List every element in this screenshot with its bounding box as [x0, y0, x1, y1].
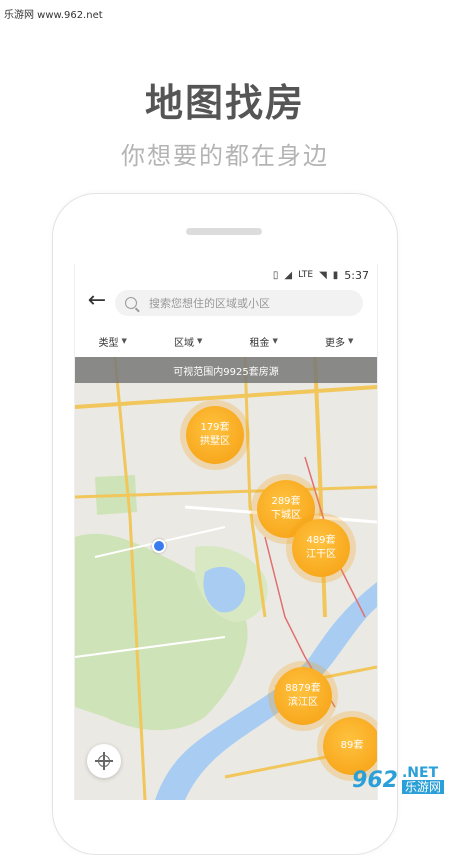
cluster-count: 89套	[340, 740, 364, 751]
watermark-logo: 962	[352, 767, 398, 793]
watermark-net: .NET	[401, 765, 439, 781]
cluster-name: 拱墅区	[200, 436, 230, 447]
status-bar: ▯ ◢ LTE ◥ ▮ 5:37	[75, 264, 377, 286]
filter-label: 区域	[174, 337, 195, 349]
watermark-top: 乐游网 www.962.net	[4, 10, 103, 21]
battery-icon: ▮	[332, 269, 339, 281]
network-label: LTE	[298, 270, 314, 280]
caret-down-icon: ▼	[272, 337, 278, 345]
caret-down-icon: ▼	[348, 337, 354, 345]
caret-down-icon: ▼	[121, 337, 127, 345]
back-button[interactable]: ←	[85, 290, 109, 314]
location-dot	[152, 539, 166, 553]
map-banner: 可视范围内9925套房源	[75, 357, 377, 383]
search-input[interactable]	[147, 295, 351, 311]
cluster-name: 滨江区	[288, 697, 318, 708]
cluster-name: 江干区	[306, 549, 336, 560]
filter-label: 更多	[325, 337, 346, 349]
arrow-left-icon: ←	[87, 288, 107, 313]
filter-more[interactable]: 更多 ▼	[325, 334, 353, 349]
filter-label: 类型	[98, 337, 119, 349]
filter-rent[interactable]: 租金 ▼	[250, 334, 278, 349]
search-bar: ←	[75, 288, 377, 318]
caret-down-icon: ▼	[197, 337, 203, 345]
watermark-cn: 乐游网	[401, 780, 444, 794]
status-time: 5:37	[344, 268, 369, 282]
vibrate-icon: ▯	[272, 269, 279, 281]
cluster-count: 179套	[200, 422, 230, 433]
phone-speaker	[186, 228, 262, 235]
cluster-count: 8879套	[285, 683, 321, 694]
wifi-icon: ◥	[319, 269, 327, 281]
filter-area[interactable]: 区域 ▼	[174, 334, 202, 349]
cluster-name: 下城区	[271, 510, 301, 521]
search-icon	[125, 297, 137, 309]
filter-label: 租金	[249, 337, 270, 349]
watermark-bottom: 962 .NET 乐游网	[352, 766, 444, 794]
cluster-jianggan[interactable]: 489套 江干区	[292, 519, 350, 577]
hero-title: 地图找房	[144, 81, 305, 125]
cluster-count: 289套	[271, 496, 301, 507]
crosshair-icon	[95, 752, 113, 770]
filter-bar: 类型 ▼ 区域 ▼ 租金 ▼ 更多 ▼	[75, 326, 377, 356]
cluster-gongshu[interactable]: 179套 拱墅区	[186, 406, 244, 464]
hero-subtitle: 你想要的都在身边	[121, 142, 329, 170]
cluster-binjiang[interactable]: 8879套 滨江区	[274, 667, 332, 725]
signal-icon: ◢	[284, 269, 293, 281]
filter-type[interactable]: 类型 ▼	[99, 334, 127, 349]
watermark-stack: .NET 乐游网	[401, 765, 444, 794]
phone-screen: ▯ ◢ LTE ◥ ▮ 5:37 ← 类型 ▼ 区域 ▼ 租金 ▼ 更多 ▼	[74, 264, 378, 800]
search-box[interactable]	[115, 290, 363, 316]
locate-button[interactable]	[87, 744, 121, 778]
cluster-count: 489套	[306, 535, 336, 546]
map-view[interactable]: 可视范围内9925套房源 179套 拱墅区 289套 下城区 489套 江干区 …	[75, 357, 377, 800]
